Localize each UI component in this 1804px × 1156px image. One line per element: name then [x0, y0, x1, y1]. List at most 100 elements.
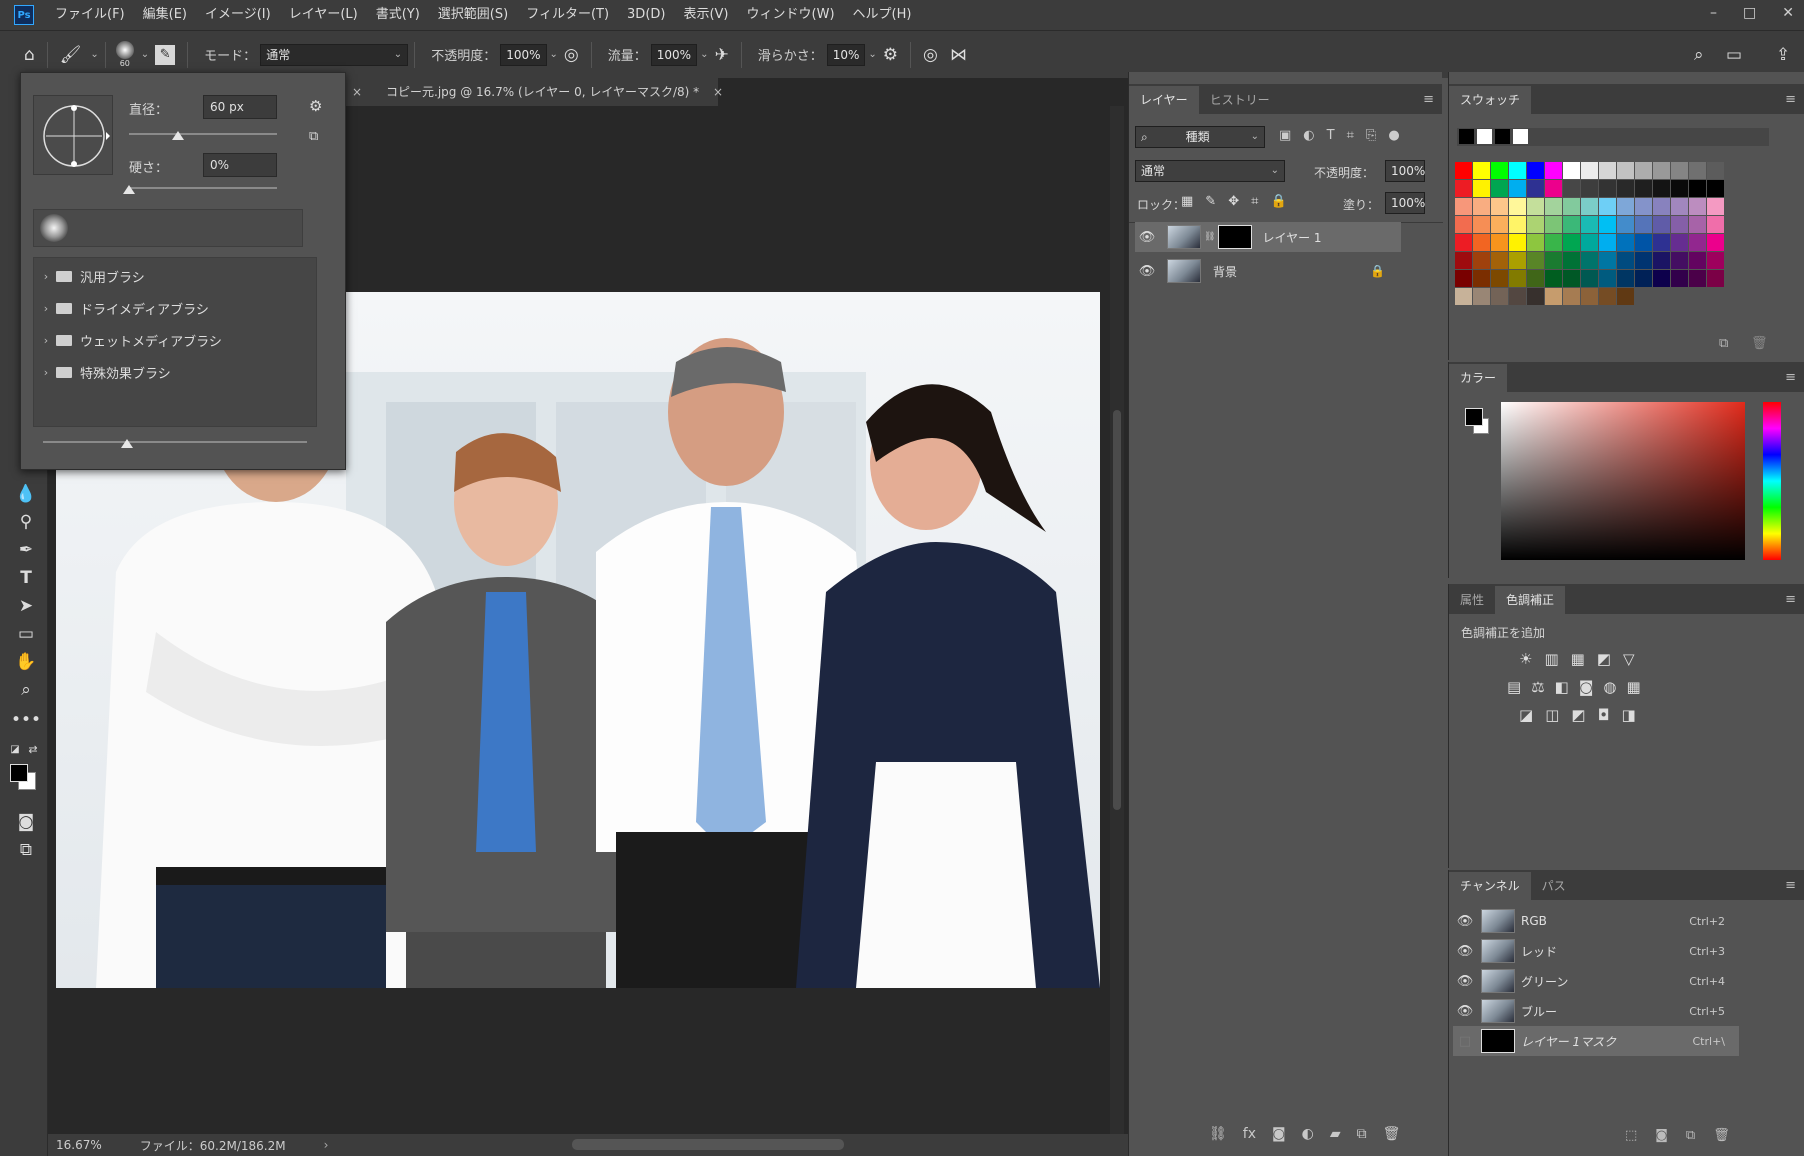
gear-icon[interactable]: ⚙	[883, 45, 898, 65]
color-swatch[interactable]	[1545, 198, 1562, 215]
chain-link-icon[interactable]: ⛓	[1204, 232, 1215, 242]
color-swatch[interactable]	[1527, 252, 1544, 269]
color-swatch[interactable]	[1707, 216, 1724, 233]
pen-tool-icon[interactable]: ✒	[14, 538, 38, 562]
hand-tool-icon[interactable]: ✋	[14, 650, 38, 674]
color-swatch[interactable]	[1617, 180, 1634, 197]
color-swatch[interactable]	[1455, 216, 1472, 233]
tab-swatches[interactable]: スウォッチ	[1449, 86, 1532, 114]
color-swatch[interactable]	[1635, 162, 1652, 179]
filter-adjustment-icon[interactable]: ◐	[1303, 128, 1314, 143]
trash-icon[interactable]: 🗑	[1713, 1128, 1730, 1143]
color-swatch[interactable]	[1653, 252, 1670, 269]
color-swatch[interactable]	[1599, 234, 1616, 251]
vibrance-icon[interactable]: ▽	[1623, 650, 1635, 668]
color-swatch[interactable]	[1581, 270, 1598, 287]
zoom-level[interactable]: 16.67%	[56, 1138, 102, 1152]
lock-position-icon[interactable]: ✥	[1228, 194, 1239, 209]
brush-angle-preview[interactable]	[33, 95, 113, 175]
color-swatch[interactable]	[1617, 270, 1634, 287]
color-swatch[interactable]	[1473, 180, 1490, 197]
color-swatch[interactable]	[1491, 216, 1508, 233]
trash-icon[interactable]: 🗑	[1751, 336, 1768, 351]
hardness-slider-thumb[interactable]	[123, 185, 135, 194]
color-swatch[interactable]	[1491, 288, 1508, 305]
color-swatch[interactable]	[1473, 270, 1490, 287]
zoom-tool-icon[interactable]: ⌕	[14, 678, 38, 702]
color-swatch[interactable]	[1689, 180, 1706, 197]
visibility-eye-icon[interactable]: 👁	[1135, 230, 1159, 245]
color-swatch[interactable]	[1527, 162, 1544, 179]
color-swatch[interactable]	[1707, 180, 1724, 197]
chevron-down-icon[interactable]: ⌄	[700, 49, 708, 60]
color-swatch[interactable]	[1545, 216, 1562, 233]
fill-input[interactable]: 100%	[1385, 192, 1425, 214]
pressure-size-icon[interactable]: ◎	[923, 45, 938, 65]
quick-mask-icon[interactable]: ◙	[14, 810, 38, 834]
color-swatch[interactable]	[1653, 270, 1670, 287]
threshold-icon[interactable]: ◩	[1571, 706, 1585, 724]
color-lookup-icon[interactable]: ▦	[1626, 678, 1640, 696]
color-swatch[interactable]	[1653, 180, 1670, 197]
new-swatch-icon[interactable]: ⧉	[1719, 336, 1728, 351]
color-swatch[interactable]	[1527, 270, 1544, 287]
brightness-icon[interactable]: ☀	[1519, 650, 1532, 668]
menu-image[interactable]: イメージ(I)	[196, 0, 280, 30]
color-swatch[interactable]	[1635, 216, 1652, 233]
color-swatch[interactable]	[1491, 270, 1508, 287]
pressure-opacity-icon[interactable]: ◎	[564, 45, 579, 65]
color-swatch[interactable]	[1671, 216, 1688, 233]
color-swatch[interactable]	[1599, 162, 1616, 179]
panel-menu-icon[interactable]: ≡	[1785, 92, 1796, 107]
menu-filter[interactable]: フィルター(T)	[517, 0, 618, 30]
gradient-map-icon[interactable]: ◨	[1621, 706, 1635, 724]
tab-adjustments[interactable]: 色調補正	[1495, 586, 1566, 614]
trash-icon[interactable]: 🗑	[1383, 1126, 1401, 1142]
search-icon[interactable]: ⌕	[1694, 45, 1704, 65]
color-swatch[interactable]	[1473, 216, 1490, 233]
brush-folder[interactable]: › 特殊効果ブラシ	[38, 358, 306, 386]
color-swatch[interactable]	[1509, 198, 1526, 215]
color-swatch[interactable]	[1689, 198, 1706, 215]
color-swatch[interactable]	[1509, 234, 1526, 251]
color-swatch[interactable]	[1653, 198, 1670, 215]
color-swatch[interactable]	[1455, 270, 1472, 287]
panel-menu-icon[interactable]: ≡	[1785, 370, 1796, 385]
color-swatch[interactable]	[1689, 252, 1706, 269]
invert-icon[interactable]: ◪	[1519, 706, 1533, 724]
recent-swatch[interactable]	[1477, 129, 1492, 144]
recent-brush-icon[interactable]	[40, 214, 68, 242]
filter-type-icon[interactable]: T	[1327, 128, 1335, 143]
visibility-eye-icon[interactable]: 👁	[1453, 914, 1477, 929]
color-swatch[interactable]	[1563, 162, 1580, 179]
color-swatch[interactable]	[1635, 198, 1652, 215]
color-swatch[interactable]	[1599, 198, 1616, 215]
vertical-scroll-thumb[interactable]	[1113, 410, 1121, 810]
photo-filter-icon[interactable]: ◙	[1579, 678, 1594, 696]
color-swatch[interactable]	[1707, 252, 1724, 269]
blur-tool-icon[interactable]: 💧	[14, 482, 38, 506]
color-swatch[interactable]	[1689, 270, 1706, 287]
lock-artboard-icon[interactable]: ⌗	[1251, 194, 1258, 209]
color-swatch[interactable]	[1527, 288, 1544, 305]
opacity-input[interactable]: 100%	[500, 43, 547, 66]
channel-row[interactable]: 👁 レッド Ctrl+3	[1453, 936, 1739, 966]
brush-folder[interactable]: › ウェットメディアブラシ	[38, 326, 306, 354]
hardness-slider-track[interactable]	[129, 187, 277, 189]
color-swatch[interactable]	[1653, 162, 1670, 179]
preview-size-slider-thumb[interactable]	[121, 439, 133, 448]
fx-icon[interactable]: fx	[1243, 1126, 1256, 1142]
color-swatch[interactable]	[1491, 162, 1508, 179]
dodge-tool-icon[interactable]: ⚲	[14, 510, 38, 534]
color-swatch[interactable]	[1455, 288, 1472, 305]
minimize-button[interactable]: –	[1710, 0, 1717, 26]
color-swatch[interactable]	[1563, 216, 1580, 233]
layer-row[interactable]: 👁 背景 🔒	[1135, 256, 1401, 286]
color-swatch[interactable]	[1527, 180, 1544, 197]
brush-preset-picker[interactable]: 60	[115, 41, 134, 68]
channel-row[interactable]: 👁 RGB Ctrl+2	[1453, 906, 1739, 936]
brush-tool-icon[interactable]: 🖌	[60, 45, 82, 65]
color-swatch[interactable]	[1707, 162, 1724, 179]
exposure-icon[interactable]: ◩	[1597, 650, 1611, 668]
color-swatch[interactable]	[1545, 234, 1562, 251]
